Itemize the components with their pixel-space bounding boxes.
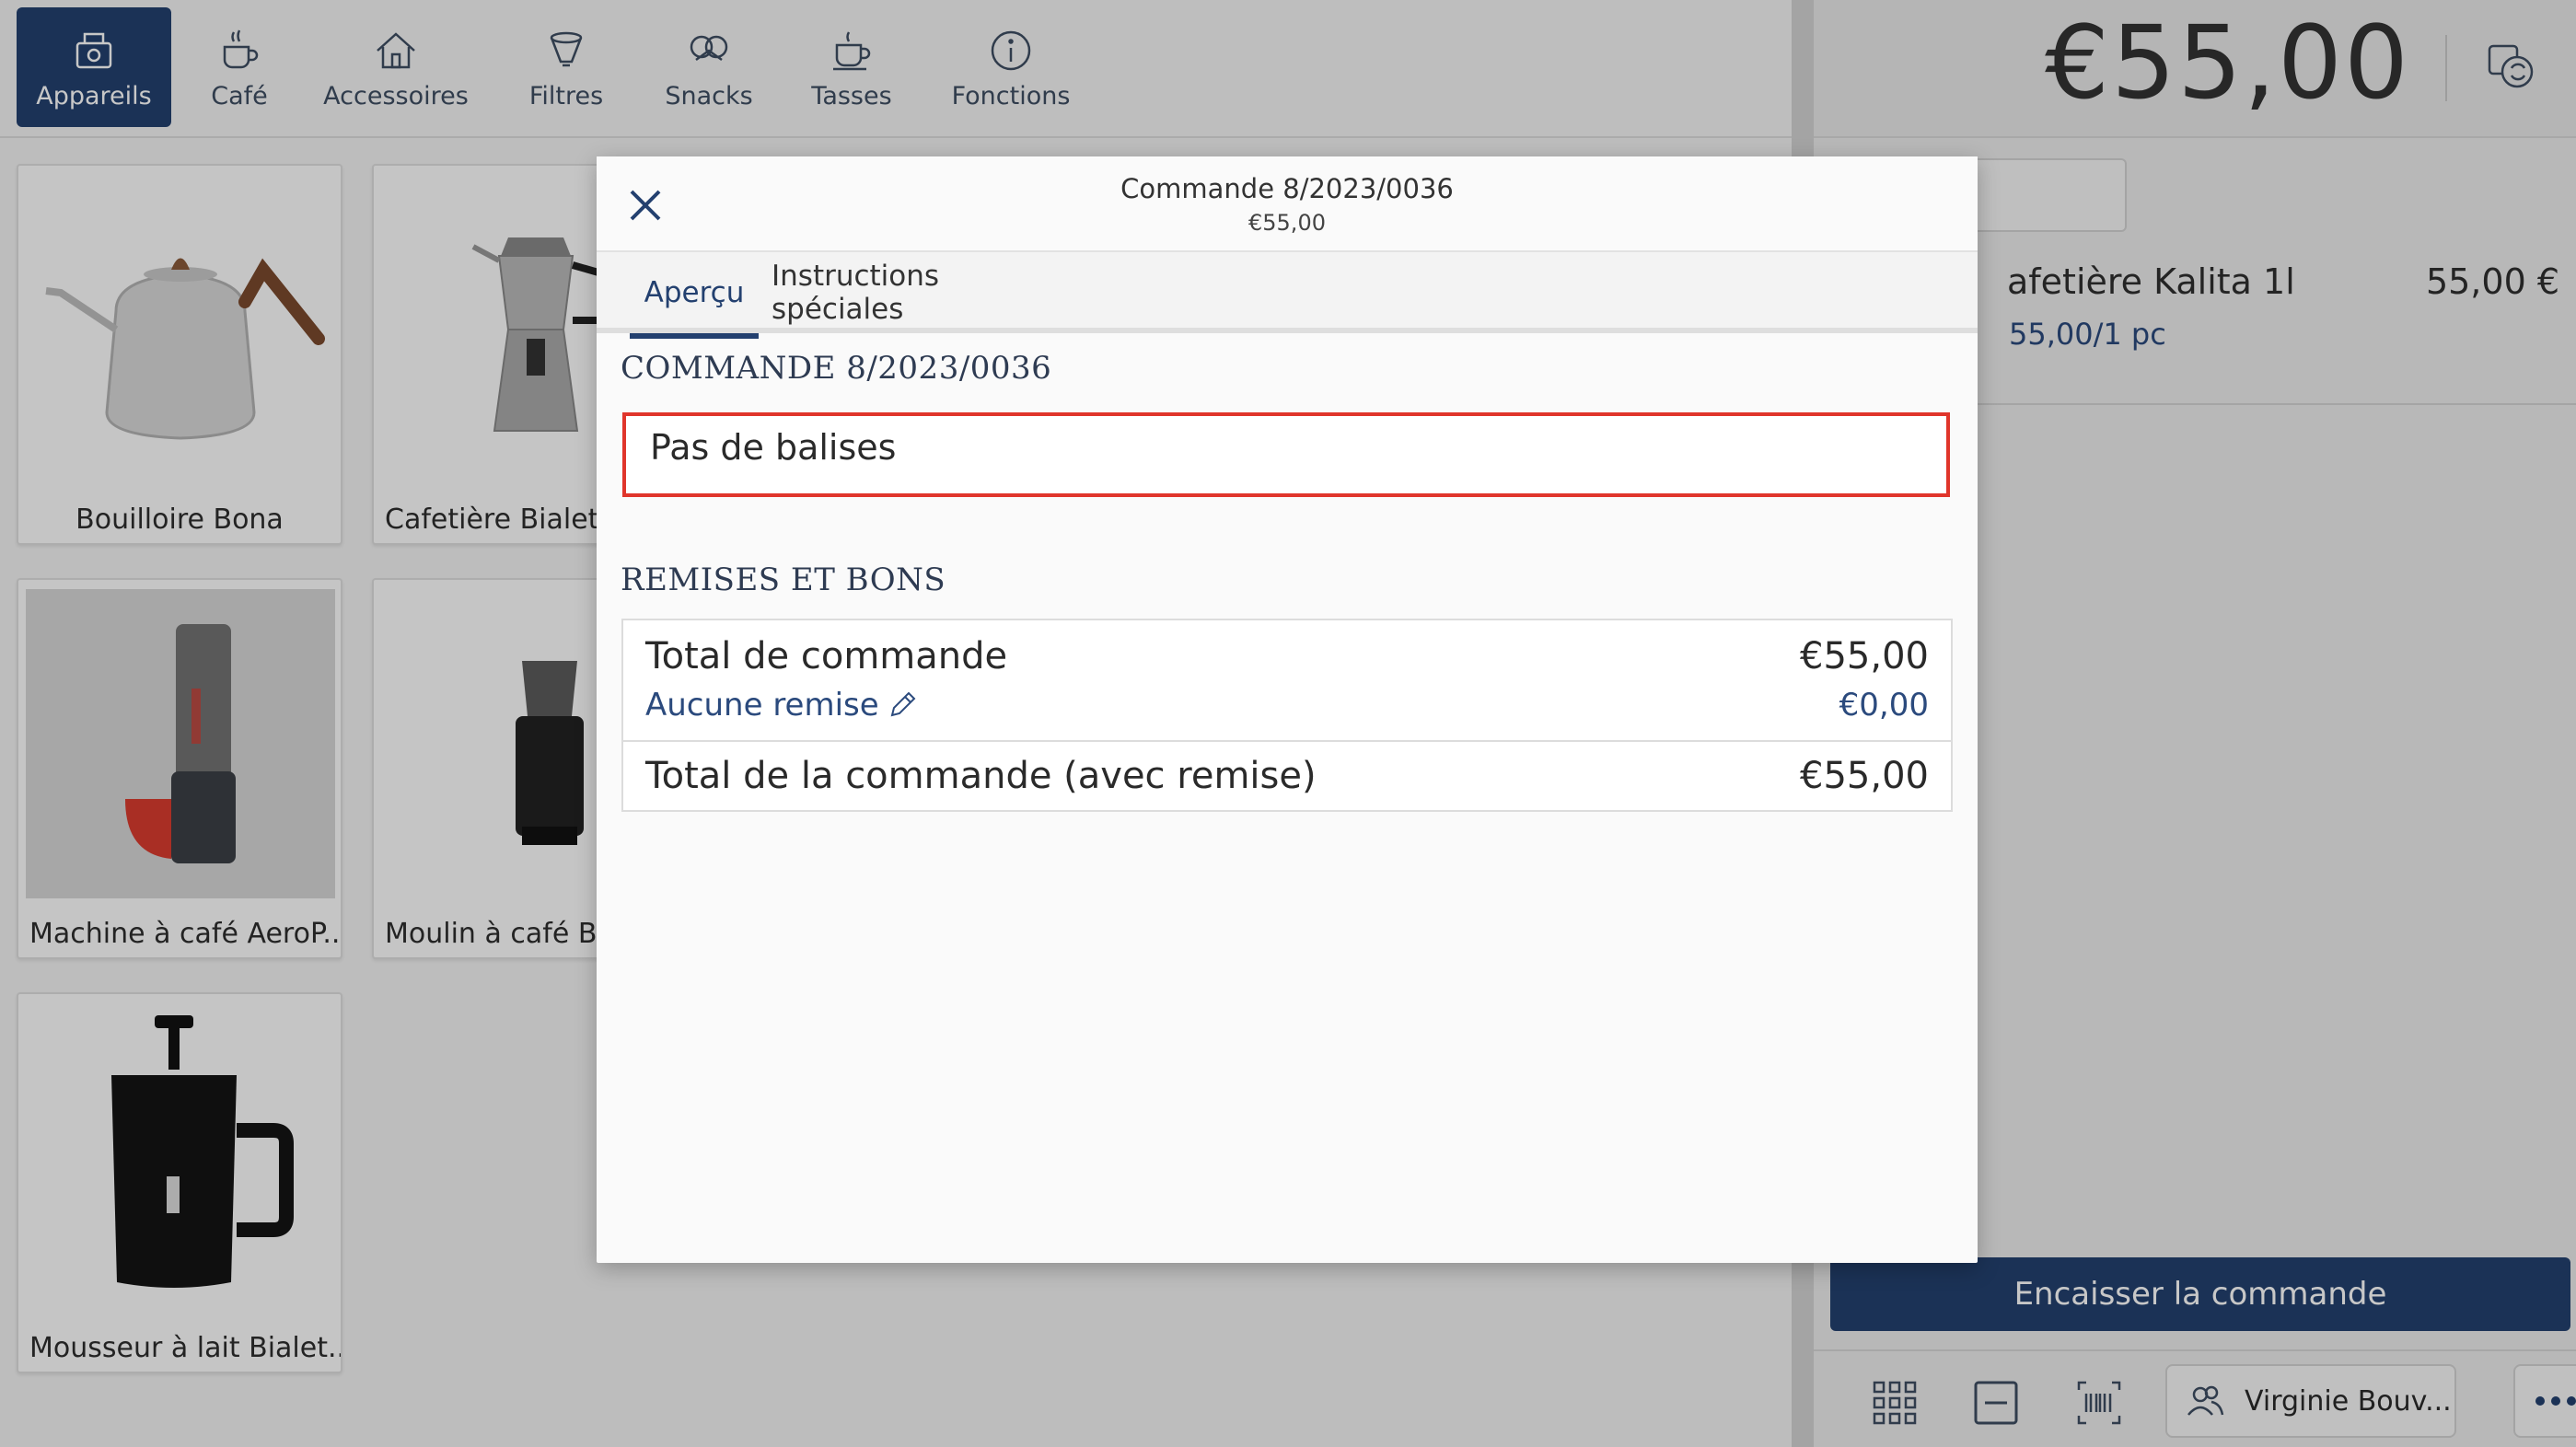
dialog-subtitle: €55,00 bbox=[1248, 210, 1326, 236]
order-total-value: €55,00 bbox=[1800, 635, 1929, 677]
tags-field[interactable]: Pas de balises bbox=[622, 412, 1950, 497]
tab-special-instructions[interactable]: Instructions spéciales bbox=[772, 252, 1066, 333]
pencil-icon bbox=[890, 691, 916, 717]
discount-label: Aucune remise bbox=[645, 687, 879, 724]
dialog-title: Commande 8/2023/0036 bbox=[1120, 173, 1454, 204]
discount-link[interactable]: Aucune remise bbox=[645, 687, 918, 724]
discount-value: €0,00 bbox=[1839, 687, 1929, 724]
discounts-heading: REMISES ET BONS bbox=[621, 561, 946, 598]
tags-text: Pas de balises bbox=[650, 427, 897, 468]
order-details-dialog: Commande 8/2023/0036 €55,00 Aperçu Instr… bbox=[597, 156, 1978, 1263]
final-total-label: Total de la commande (avec remise) bbox=[645, 755, 1317, 797]
dialog-header: Commande 8/2023/0036 €55,00 bbox=[597, 156, 1978, 252]
dialog-tabs: Aperçu Instructions spéciales bbox=[597, 252, 1978, 339]
final-total-value: €55,00 bbox=[1800, 755, 1929, 797]
totals-card: Total de commande €55,00 Aucune remise €… bbox=[621, 619, 1953, 812]
tab-apercu[interactable]: Aperçu bbox=[630, 252, 759, 339]
order-total-label: Total de commande bbox=[645, 635, 1008, 677]
totals-divider bbox=[623, 740, 1951, 742]
order-heading: COMMANDE 8/2023/0036 bbox=[621, 350, 1052, 387]
